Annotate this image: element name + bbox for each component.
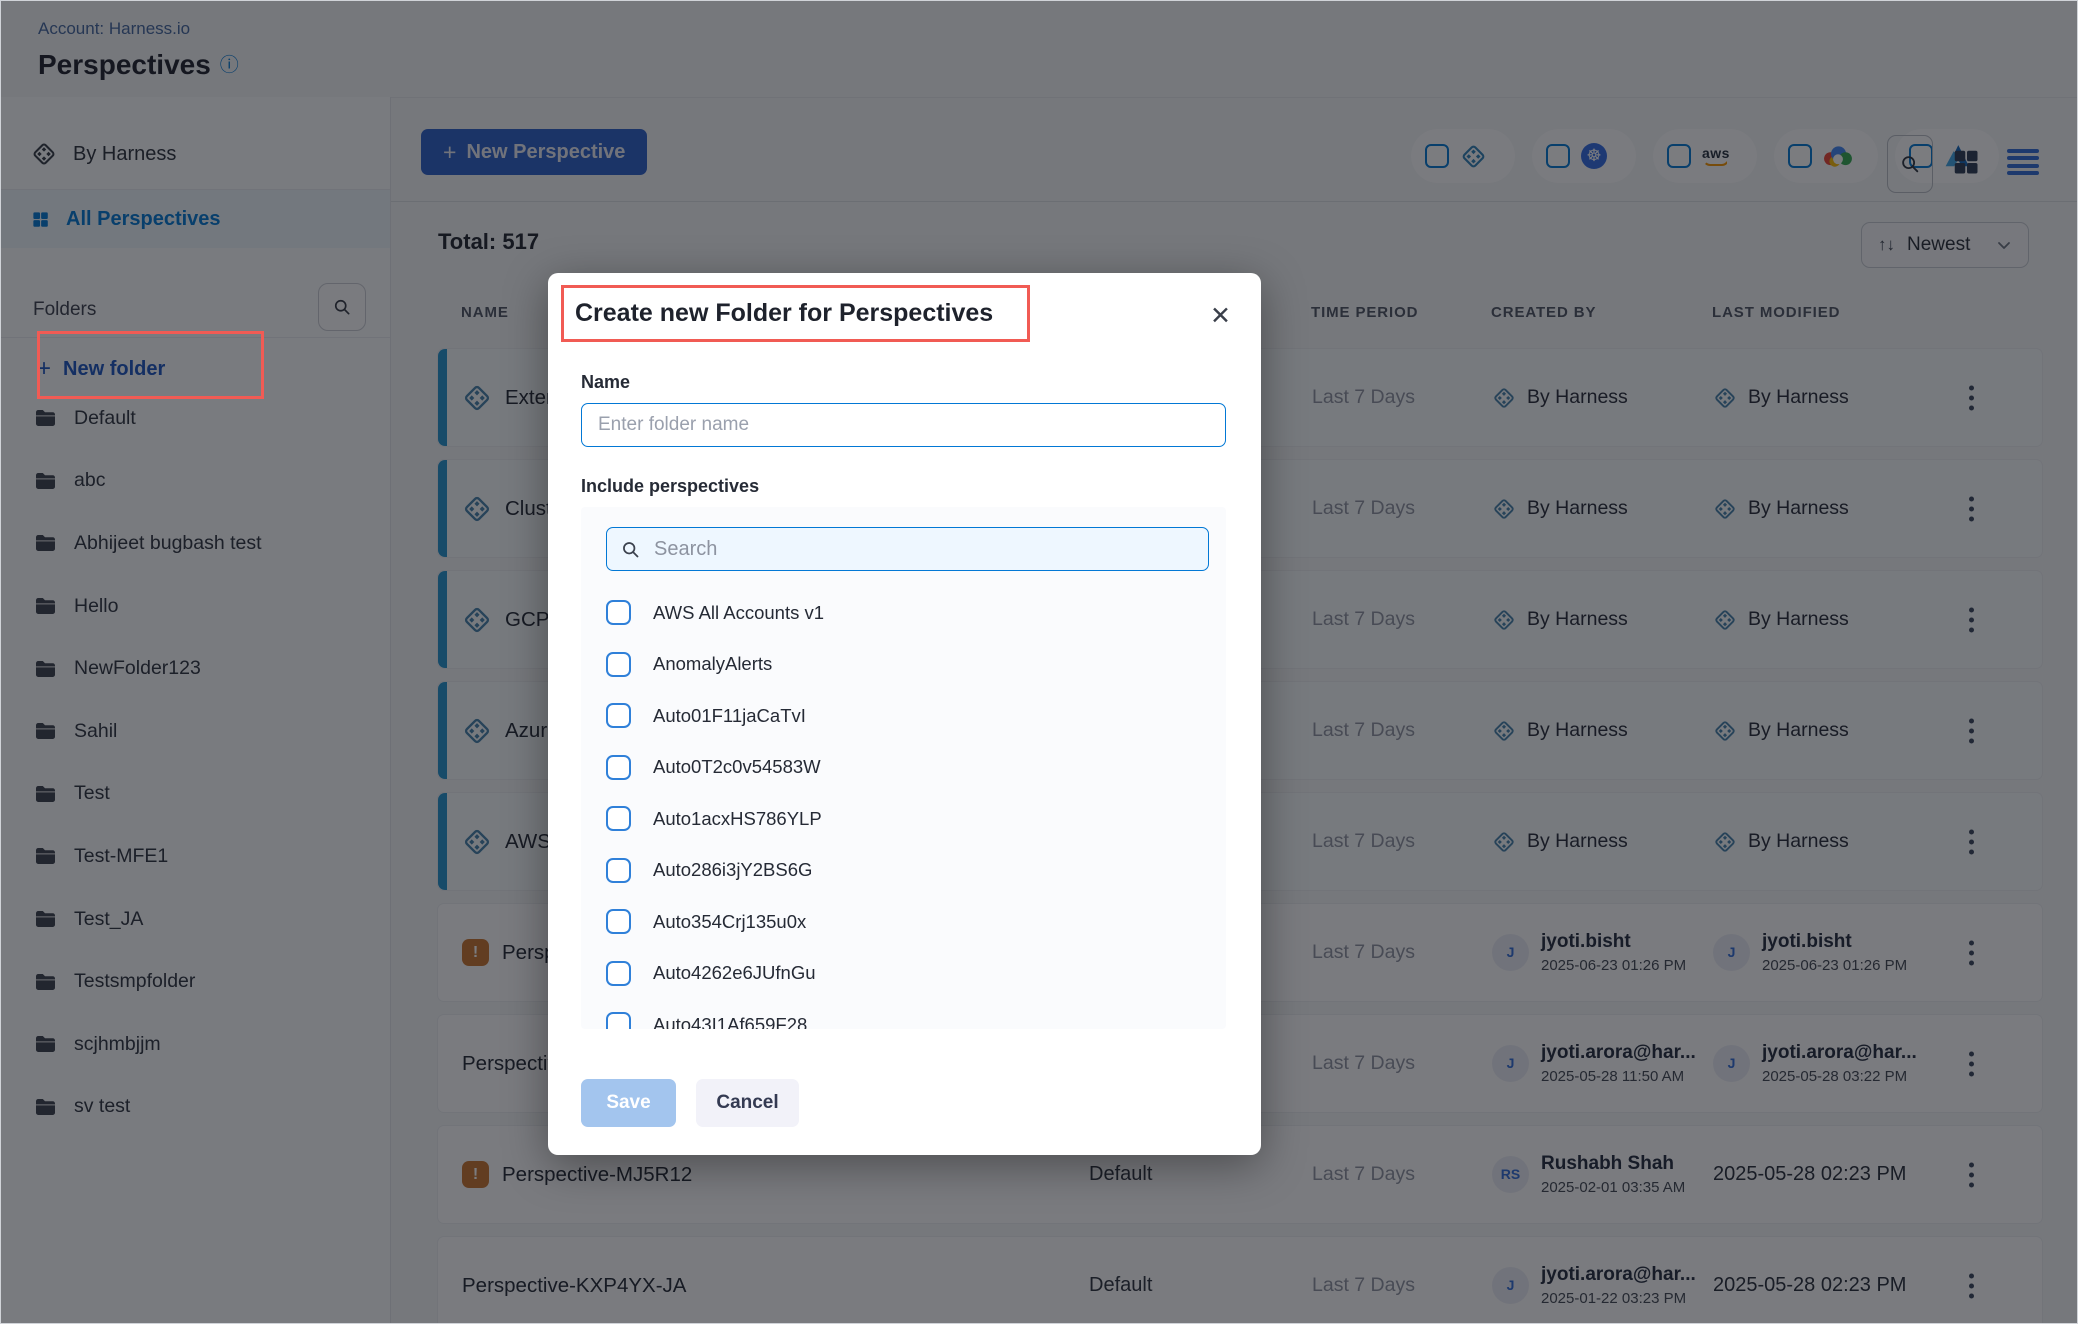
perspective-option[interactable]: AWS All Accounts v1 xyxy=(606,587,1209,639)
perspective-option[interactable]: Auto43I1Af659F28 xyxy=(606,999,1209,1029)
perspective-option-label: Auto01F11jaCaTvI xyxy=(653,705,806,727)
perspective-option-label: Auto0T2c0v54583W xyxy=(653,756,821,778)
perspective-checkbox-list: AWS All Accounts v1 AnomalyAlerts Auto01… xyxy=(606,587,1209,1029)
checkbox[interactable] xyxy=(606,961,631,986)
perspective-option[interactable]: Auto0T2c0v54583W xyxy=(606,742,1209,794)
perspective-search-box xyxy=(606,527,1209,571)
search-icon xyxy=(620,539,641,560)
perspective-option[interactable]: AnomalyAlerts xyxy=(606,639,1209,691)
perspective-option-label: AnomalyAlerts xyxy=(653,653,772,675)
checkbox[interactable] xyxy=(606,1012,631,1029)
modal-title: Create new Folder for Perspectives xyxy=(575,299,993,328)
perspective-option[interactable]: Auto286i3jY2BS6G xyxy=(606,845,1209,897)
checkbox[interactable] xyxy=(606,703,631,728)
checkbox[interactable] xyxy=(606,806,631,831)
perspective-option-label: Auto1acxHS786YLP xyxy=(653,808,822,830)
perspective-option[interactable]: Auto01F11jaCaTvI xyxy=(606,690,1209,742)
checkbox[interactable] xyxy=(606,652,631,677)
name-label: Name xyxy=(581,372,630,393)
perspective-option[interactable]: Auto354Crj135u0x xyxy=(606,896,1209,948)
perspective-option-label: Auto286i3jY2BS6G xyxy=(653,859,812,881)
perspective-option[interactable]: Auto1acxHS786YLP xyxy=(606,793,1209,845)
checkbox[interactable] xyxy=(606,858,631,883)
perspective-option-label: Auto354Crj135u0x xyxy=(653,911,806,933)
save-button[interactable]: Save xyxy=(581,1079,676,1127)
checkbox[interactable] xyxy=(606,600,631,625)
checkbox[interactable] xyxy=(606,909,631,934)
close-icon[interactable]: ✕ xyxy=(1206,297,1235,335)
checkbox[interactable] xyxy=(606,755,631,780)
perspective-search-input[interactable] xyxy=(652,537,1195,562)
perspective-option-label: AWS All Accounts v1 xyxy=(653,602,824,624)
folder-name-input[interactable] xyxy=(581,403,1226,447)
cancel-button[interactable]: Cancel xyxy=(696,1079,799,1127)
perspective-option[interactable]: Auto4262e6JUfnGu xyxy=(606,948,1209,1000)
app-window: Account: Harness.io Perspectives ⓘ By Ha… xyxy=(0,0,2078,1324)
create-folder-modal: Create new Folder for Perspectives ✕ Nam… xyxy=(548,273,1261,1155)
perspective-option-label: Auto4262e6JUfnGu xyxy=(653,962,816,984)
perspectives-picker-panel: AWS All Accounts v1 AnomalyAlerts Auto01… xyxy=(581,507,1226,1029)
perspective-option-label: Auto43I1Af659F28 xyxy=(653,1014,807,1029)
include-perspectives-label: Include perspectives xyxy=(581,476,759,497)
